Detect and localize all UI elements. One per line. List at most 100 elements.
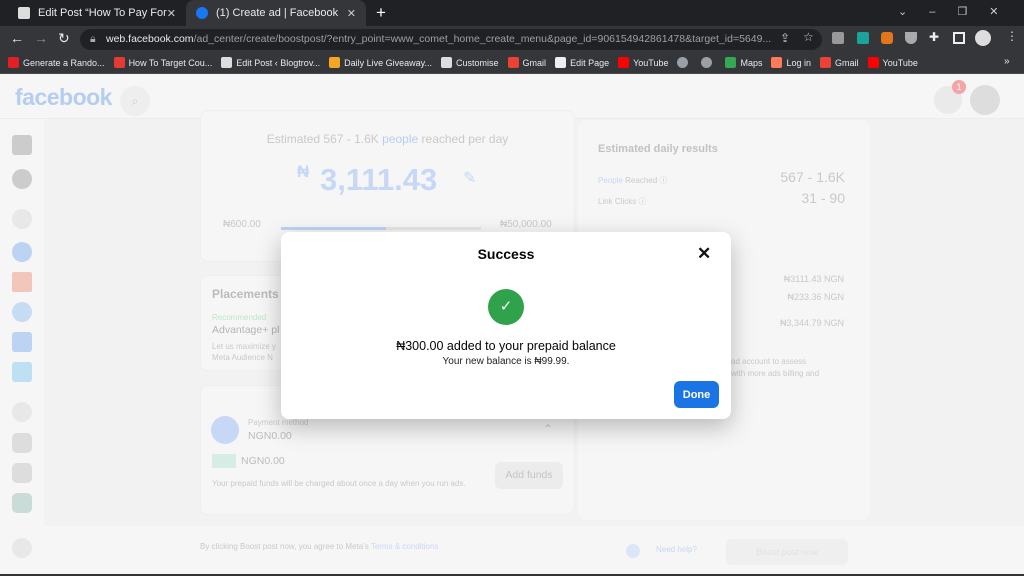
need-help-link[interactable]: Need help? <box>656 545 697 554</box>
help-icon[interactable] <box>626 544 640 558</box>
watch-icon[interactable] <box>12 362 32 382</box>
success-check-icon: ✓ <box>488 289 524 325</box>
group-shortcut[interactable] <box>12 493 32 513</box>
home-icon[interactable] <box>12 135 32 155</box>
bookmark-favicon-icon <box>555 57 567 68</box>
more-bookmarks-button[interactable]: » <box>1004 56 1010 67</box>
bookmark-item[interactable]: Maps <box>725 57 762 68</box>
bookmark-favicon-icon <box>329 57 341 68</box>
sidepanel-icon[interactable] <box>953 32 965 44</box>
budget-amount[interactable]: 3,111.43 <box>320 162 437 198</box>
people-reached-label: People Reached ⓘ <box>598 176 668 185</box>
bookmark-item[interactable]: Customise <box>441 57 499 68</box>
profile-avatar[interactable] <box>975 30 991 46</box>
tab-create-ad[interactable]: (1) Create ad | Facebook ✕ <box>186 0 366 26</box>
bookmark-label: YouTube <box>882 57 918 68</box>
metamask-icon[interactable] <box>881 32 893 44</box>
bookmark-item[interactable]: Gmail <box>507 57 547 68</box>
extension-icon[interactable] <box>832 32 844 44</box>
group-shortcut[interactable] <box>12 433 32 453</box>
info-icon: ⓘ <box>638 197 647 206</box>
tab-edit-post[interactable]: Edit Post “How To Pay For Facebo✕ <box>8 0 186 26</box>
results-title: Estimated daily results <box>598 143 718 155</box>
placement-desc: Meta Audience N <box>212 353 273 362</box>
reload-icon[interactable]: ↻ <box>58 30 70 47</box>
bookmark-item[interactable]: YouTube <box>618 57 668 68</box>
bookmark-favicon-icon <box>221 57 233 68</box>
address-bar[interactable]: 🔒︎ web.facebook.com/ad_center/create/boos… <box>80 29 822 50</box>
bookmark-favicon-icon <box>771 57 783 68</box>
bookmark-label: Maps <box>740 57 763 68</box>
results-note: with more ads billing and <box>731 369 820 378</box>
menu-grid-icon[interactable] <box>12 209 32 229</box>
info-icon: ⓘ <box>659 176 668 185</box>
bookmark-item[interactable]: Generate a Rando... <box>8 57 105 68</box>
bookmark-item[interactable]: Edit Page <box>555 57 609 68</box>
account-avatar[interactable] <box>970 85 1000 115</box>
currency-symbol: ₦ <box>297 162 310 181</box>
bookmark-item[interactable] <box>677 57 692 68</box>
profile-icon[interactable] <box>12 169 32 189</box>
link-clicks-label: Link Clicks ⓘ <box>598 197 647 206</box>
placement-option[interactable]: Advantage+ pl <box>212 324 279 336</box>
close-icon[interactable]: ✕ <box>697 244 711 264</box>
payment-icon <box>211 416 239 444</box>
bookmark-item[interactable]: Gmail <box>820 57 859 68</box>
bookmark-label: Gmail <box>522 57 547 68</box>
done-button[interactable]: Done <box>674 381 719 408</box>
budget-min: ₦600.00 <box>223 219 261 230</box>
bookmark-label: How To Target Cou... <box>128 57 213 68</box>
bookmarks-bar: Generate a Rando... How To Target Cou... E… <box>0 52 1024 74</box>
bookmark-item[interactable]: Daily Live Giveaway... <box>329 57 432 68</box>
terms-text: By clicking Boost post now, you agree to… <box>200 542 439 551</box>
placement-desc: Let us maximize y <box>212 342 277 351</box>
bookmark-favicon-icon <box>441 57 453 68</box>
new-balance-text: Your new balance is ₦99.99. <box>442 356 570 367</box>
puzzle-icon[interactable]: ✚ <box>929 30 939 44</box>
menu-icon[interactable]: ⋮ <box>1006 29 1018 43</box>
group-shortcut[interactable] <box>12 463 32 483</box>
payment-method-value[interactable]: NGN0.00 <box>248 430 292 442</box>
link-icon[interactable] <box>12 538 32 558</box>
bookmark-favicon-icon <box>8 57 19 68</box>
friends-icon[interactable] <box>12 242 32 262</box>
prepaid-balance: NGN0.00 <box>241 455 285 467</box>
bookmark-item[interactable]: Edit Post ‹ Blogtrov... <box>221 57 320 68</box>
marketplace-icon[interactable] <box>12 332 32 352</box>
new-tab-button[interactable]: + <box>376 3 386 23</box>
edit-pencil-icon[interactable]: ✎ <box>463 168 476 188</box>
chevron-up-icon[interactable]: ⌃ <box>543 422 553 436</box>
bookmark-favicon-icon <box>820 57 832 68</box>
facebook-icon <box>196 7 208 19</box>
search-icon[interactable]: ⌕ <box>120 86 150 116</box>
forward-icon[interactable]: → <box>34 30 48 46</box>
close-tab-icon[interactable]: ✕ <box>347 7 356 20</box>
bookmark-label: YouTube <box>633 57 669 68</box>
bookmark-label: Gmail <box>835 57 859 68</box>
budget-max: ₦50,000.00 <box>500 219 552 230</box>
people-reached-value: 567 - 1.6K <box>780 169 845 185</box>
results-note: ad account to assess <box>731 357 807 366</box>
bookmark-item[interactable]: YouTube <box>867 57 918 68</box>
bookmark-star-icon[interactable]: ☆ <box>803 30 814 44</box>
add-funds-button[interactable]: Add funds <box>495 462 563 489</box>
window-controls[interactable]: ⌄–❐✕ <box>898 5 1018 18</box>
bookmark-favicon-icon <box>507 57 519 68</box>
groups-icon[interactable] <box>12 402 32 422</box>
terms-link[interactable]: Terms & conditions <box>371 542 439 551</box>
wallet-icon <box>212 454 236 468</box>
close-tab-icon[interactable]: ✕ <box>167 7 176 20</box>
shield-icon[interactable] <box>905 32 917 44</box>
back-icon[interactable]: ← <box>10 30 24 46</box>
facebook-logo[interactable]: facebook <box>15 84 112 111</box>
extension-icon[interactable] <box>857 32 869 44</box>
memories-icon[interactable] <box>12 302 32 322</box>
bookmark-item[interactable]: Log in <box>771 57 811 68</box>
bookmark-item[interactable] <box>701 57 716 68</box>
share-icon[interactable]: ⇪ <box>780 31 790 45</box>
bookmark-item[interactable]: How To Target Cou... <box>113 57 213 68</box>
footer-bar <box>44 526 1024 574</box>
boost-post-button[interactable]: Boost post now <box>726 539 848 565</box>
payment-method-label: Payment method <box>248 418 309 427</box>
pages-flag-icon[interactable] <box>12 272 32 292</box>
